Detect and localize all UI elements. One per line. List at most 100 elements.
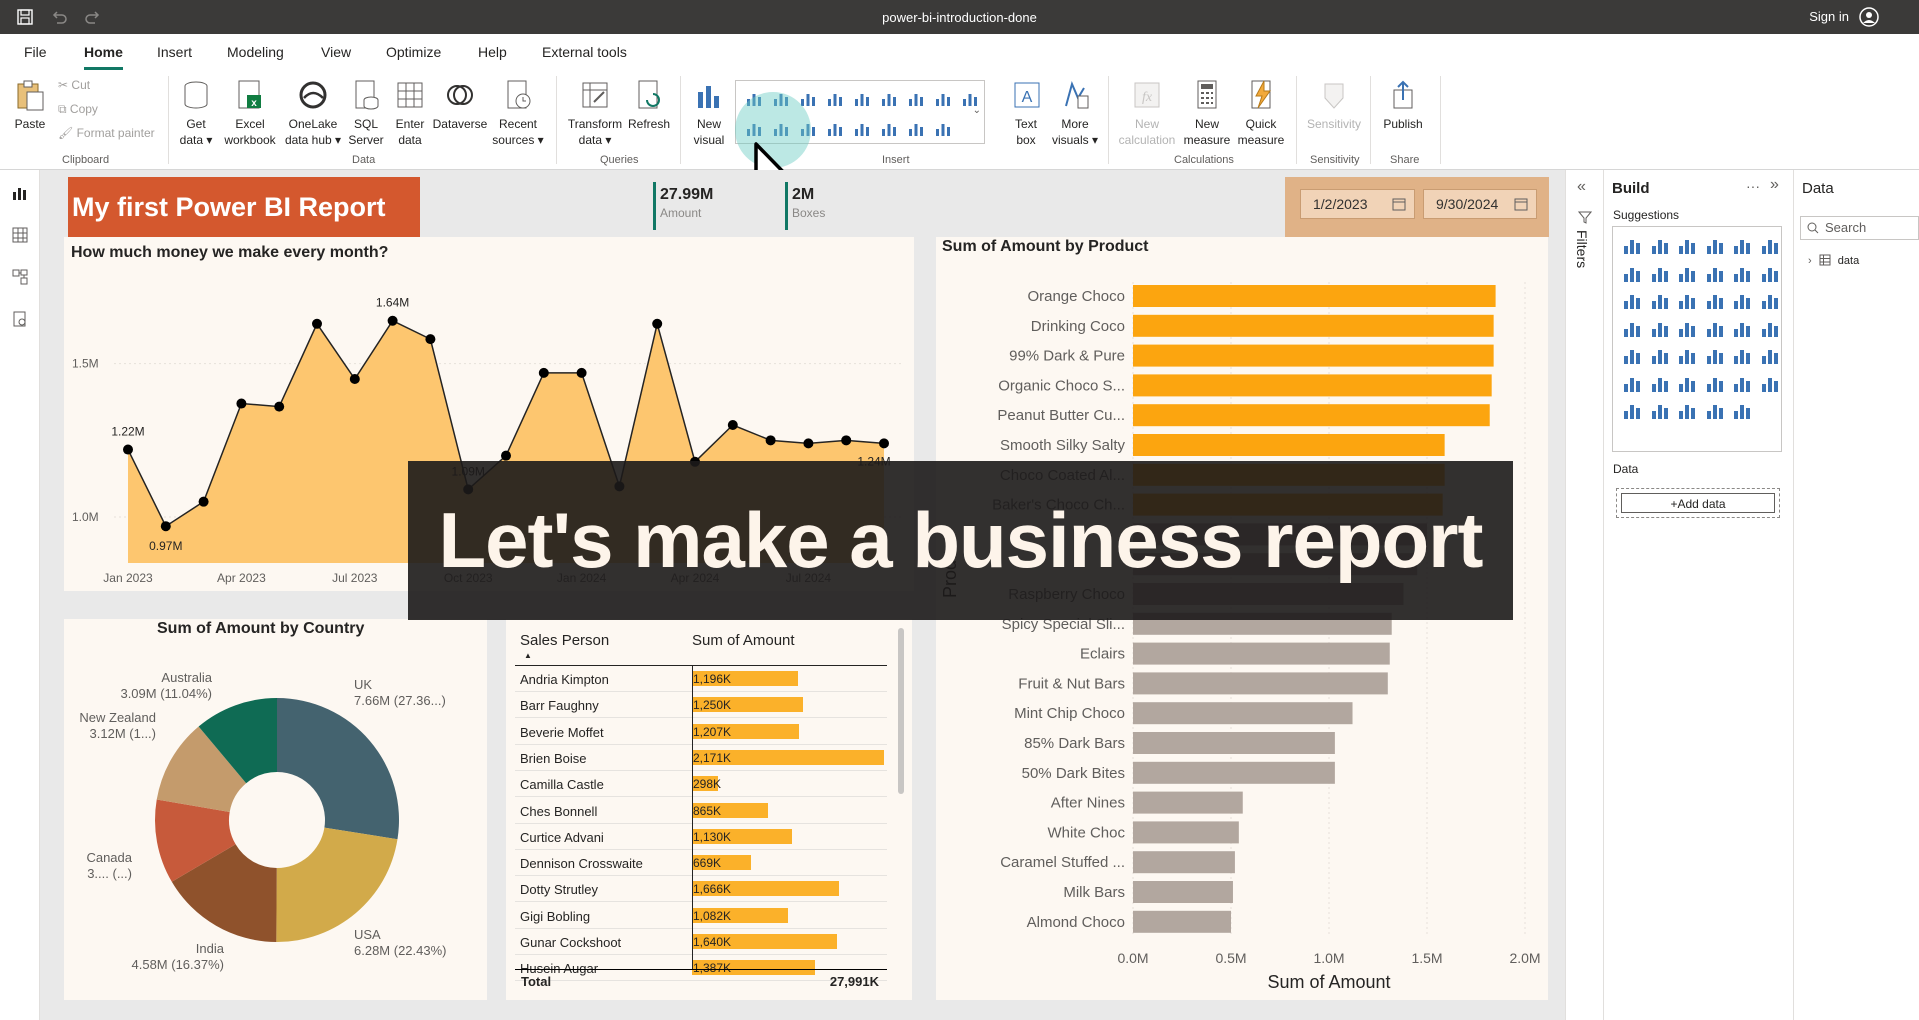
pie-chart-icon[interactable]: [1676, 290, 1698, 312]
onelake-button[interactable]: OneLake data hub ▾: [282, 78, 344, 148]
multi-row-card-icon[interactable]: [879, 119, 899, 139]
tab-file[interactable]: File: [24, 44, 47, 60]
waterfall-icon[interactable]: [1731, 263, 1753, 285]
column-header-sum-of-amount[interactable]: Sum of Amount: [692, 632, 795, 649]
table-row[interactable]: Camilla Castle 298K: [515, 771, 887, 798]
data-point[interactable]: [160, 521, 171, 532]
data-point[interactable]: [879, 438, 889, 449]
data-point[interactable]: [425, 334, 436, 345]
country-slice[interactable]: [276, 827, 398, 942]
transform-data-button[interactable]: Transform data ▾: [564, 78, 626, 148]
new-calculation-button[interactable]: fx New calculation: [1116, 78, 1178, 148]
data-point[interactable]: [274, 401, 285, 412]
filled-map-icon[interactable]: [1621, 318, 1643, 340]
table-row[interactable]: Brien Boise 2,171K: [515, 745, 887, 771]
tab-home[interactable]: Home: [84, 44, 123, 70]
funnel-icon[interactable]: [1621, 290, 1643, 312]
area-chart-icon[interactable]: [906, 89, 926, 109]
product-bar[interactable]: [1133, 404, 1490, 427]
product-bar[interactable]: [1133, 314, 1494, 337]
data-search-input[interactable]: Search: [1800, 216, 1919, 240]
data-point[interactable]: [387, 315, 398, 326]
ribbon-chart-icon[interactable]: [1704, 263, 1726, 285]
scatter-icon[interactable]: [1649, 290, 1671, 312]
product-bar[interactable]: [1133, 791, 1243, 814]
new-visual-button[interactable]: New visual: [688, 78, 730, 148]
data-point[interactable]: [501, 450, 511, 461]
data-point[interactable]: [727, 420, 738, 430]
enter-data-button[interactable]: Enter data: [390, 78, 430, 148]
get-data-button[interactable]: Get data ▾: [176, 78, 216, 148]
donut-chart-icon[interactable]: [1704, 290, 1726, 312]
text-box-button[interactable]: A Text box: [1010, 78, 1042, 148]
column-100-icon[interactable]: [1759, 235, 1781, 257]
key-influencers-icon[interactable]: [1621, 373, 1643, 395]
table-row[interactable]: Gigi Bobling 1,082K: [515, 903, 887, 929]
data-point[interactable]: [652, 318, 663, 329]
table-scrollbar[interactable]: [898, 628, 904, 794]
report-view-icon[interactable]: [11, 184, 29, 202]
decomposition-tree-icon[interactable]: [1649, 373, 1671, 395]
new-measure-button[interactable]: New measure: [1182, 78, 1232, 148]
map-icon[interactable]: [1759, 290, 1781, 312]
user-avatar-icon[interactable]: [1859, 7, 1879, 27]
bar-100-icon[interactable]: [852, 89, 872, 109]
tab-modeling[interactable]: Modeling: [227, 44, 284, 60]
dax-query-view-icon[interactable]: [11, 310, 29, 328]
paste-button[interactable]: Paste: [12, 78, 48, 132]
tab-insert[interactable]: Insert: [157, 44, 192, 60]
tab-optimize[interactable]: Optimize: [386, 44, 441, 60]
product-bar[interactable]: [1133, 285, 1496, 307]
model-view-icon[interactable]: [11, 268, 29, 286]
product-bar[interactable]: [1133, 344, 1494, 367]
python-visual-icon[interactable]: [1759, 345, 1781, 367]
table-row[interactable]: Beverie Moffet 1,207K: [515, 719, 887, 745]
data-tree-item[interactable]: › data: [1808, 254, 1859, 267]
country-donut-chart[interactable]: UK7.66M (27.36...) USA6.28M (22.43%) India…: [64, 619, 487, 1000]
data-point[interactable]: [312, 318, 322, 329]
recent-sources-button[interactable]: Recent sources ▾: [490, 78, 546, 148]
date-from-input[interactable]: 1/2/2023: [1300, 189, 1415, 219]
card-icon[interactable]: [1731, 318, 1753, 340]
table-row[interactable]: Gunar Cockshoot 1,640K: [515, 929, 887, 955]
chevron-icon[interactable]: [1704, 400, 1726, 422]
cut-button[interactable]: ✂ Cut: [58, 78, 90, 92]
collapse-left-icon[interactable]: «: [1577, 178, 1586, 196]
data-point[interactable]: [349, 374, 360, 384]
data-point[interactable]: [841, 435, 852, 446]
quick-measure-button[interactable]: Quick measure: [1236, 78, 1286, 148]
add-data-button[interactable]: +Add data: [1621, 493, 1775, 513]
stacked-bar-icon[interactable]: [1621, 235, 1643, 257]
data-point[interactable]: [198, 496, 209, 507]
gauge-icon[interactable]: [825, 119, 845, 139]
qa-icon[interactable]: [1676, 373, 1698, 395]
table-icon[interactable]: [1676, 345, 1698, 367]
gallery-expand-icon[interactable]: ⌄: [973, 105, 981, 116]
clustered-column-icon[interactable]: [825, 89, 845, 109]
sql-server-button[interactable]: SQL Server: [346, 78, 386, 148]
sensitivity-button[interactable]: Sensitivity: [1304, 78, 1364, 132]
table-view-icon[interactable]: [11, 226, 29, 244]
trophy-icon[interactable]: [1731, 373, 1753, 395]
sign-in-link[interactable]: Sign in: [1809, 9, 1849, 24]
slicer-icon[interactable]: [1649, 345, 1671, 367]
data-point[interactable]: [123, 444, 133, 455]
data-point[interactable]: [803, 438, 814, 449]
refresh-button[interactable]: Refresh: [626, 78, 672, 132]
dataverse-button[interactable]: Dataverse: [432, 78, 488, 132]
matrix-icon[interactable]: [933, 119, 953, 139]
tab-external-tools[interactable]: External tools: [542, 44, 627, 60]
publish-button[interactable]: Publish: [1378, 78, 1428, 132]
product-bar[interactable]: [1133, 642, 1390, 665]
power-apps-icon[interactable]: [1621, 400, 1643, 422]
more-visuals-icon[interactable]: [1676, 400, 1698, 422]
line-chart-icon[interactable]: [879, 89, 899, 109]
format-painter-button[interactable]: 🖌 Format painter: [58, 126, 155, 140]
area-chart-icon[interactable]: [1649, 263, 1671, 285]
excel-workbook-button[interactable]: x Excel workbook: [220, 78, 280, 148]
stacked-area-icon[interactable]: [1676, 263, 1698, 285]
multi-row-card-icon[interactable]: [1759, 318, 1781, 340]
more-visuals-button[interactable]: More visuals ▾: [1048, 78, 1102, 148]
tab-help[interactable]: Help: [478, 44, 507, 60]
shape-map-icon[interactable]: [1649, 318, 1671, 340]
